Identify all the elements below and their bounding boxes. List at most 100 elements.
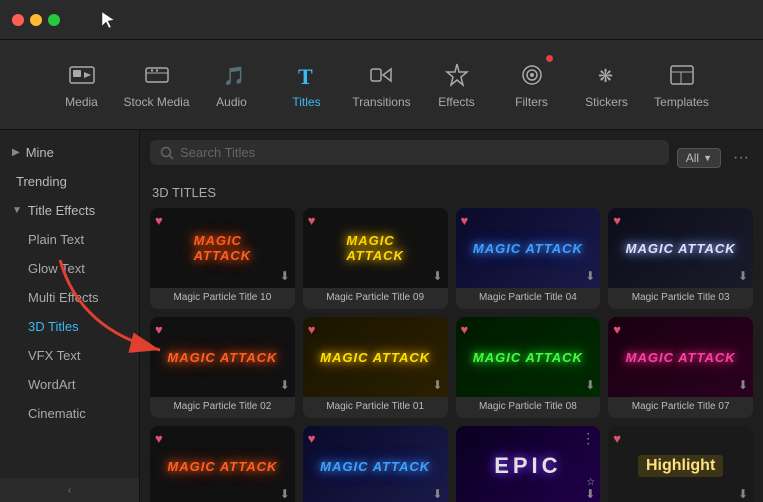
more-options-icon[interactable]: ⋮: [581, 431, 595, 445]
sidebar-item-trending[interactable]: Trending: [0, 167, 139, 196]
close-button[interactable]: [12, 14, 24, 26]
search-icon: [160, 146, 174, 160]
card-thumb-mpt10: ♥ MAGICATTACK ⬇: [150, 208, 295, 288]
download-icon[interactable]: ⬇: [738, 378, 748, 392]
sidebar-mine-label: Mine: [26, 145, 54, 160]
svg-text:🎵: 🎵: [223, 66, 245, 86]
toolbar-item-transitions[interactable]: Transitions: [344, 45, 419, 125]
sidebar-trending-label: Trending: [16, 174, 67, 189]
toolbar-label-transitions: Transitions: [352, 95, 410, 109]
heart-icon: ♥: [461, 213, 469, 228]
toolbar-item-stock[interactable]: Stock Media: [119, 45, 194, 125]
heart-icon: ♥: [155, 431, 163, 446]
download-icon[interactable]: ⬇: [738, 269, 748, 283]
card-mf01[interactable]: ⋮ EPIC ⬇ ☆ Metal Flare 01: [456, 426, 601, 502]
card-thumb-text: MAGIC ATTACK: [320, 350, 430, 365]
filter-button[interactable]: All ▼: [677, 148, 721, 168]
card-thumb-mpt04: ♥ MAGIC ATTACK ⬇: [456, 208, 601, 288]
toolbar-label-stock: Stock Media: [123, 95, 189, 109]
download-icon[interactable]: ⬇: [432, 378, 442, 392]
card-label-mpt09: Magic Particle Title 09: [303, 288, 448, 309]
card-thumb-mpt07: ♥ MAGIC ATTACK ⬇: [608, 317, 753, 397]
card-thumb-text: MAGIC ATTACK: [320, 459, 430, 474]
sidebar-item-vfx-text[interactable]: VFX Text: [0, 341, 139, 370]
heart-icon: ♥: [155, 213, 163, 228]
card-mpt02[interactable]: ♥ MAGIC ATTACK ⬇ Magic Particle Title 02: [150, 317, 295, 418]
card-mpt01[interactable]: ♥ MAGIC ATTACK ⬇ Magic Particle Title 01: [303, 317, 448, 418]
card-mpt04[interactable]: ♥ MAGIC ATTACK ⬇ Magic Particle Title 04: [456, 208, 601, 309]
card-mf04[interactable]: ♥ Highlight ⬇ Metal Flare 04: [608, 426, 753, 502]
toolbar-label-stickers: Stickers: [585, 95, 628, 109]
toolbar-item-effects[interactable]: Effects: [419, 45, 494, 125]
card-label-mpt03: Magic Particle Title 03: [608, 288, 753, 309]
svg-text:T: T: [298, 64, 313, 88]
download-icon[interactable]: ⬇: [280, 269, 290, 283]
download-icon[interactable]: ⬇: [432, 269, 442, 283]
sidebar-item-glow-text[interactable]: Glow Text: [0, 254, 139, 283]
traffic-lights: [12, 14, 60, 26]
content-area: All ▼ ··· 3D TITLES ♥ MAGICATTACK ⬇ Magi…: [140, 130, 763, 502]
sidebar-collapse-button[interactable]: ‹: [0, 478, 139, 502]
card-thumb-text: MAGICATTACK: [194, 233, 252, 263]
card-label-mpt02: Magic Particle Title 02: [150, 397, 295, 418]
effects-icon: [443, 61, 471, 89]
sidebar-item-wordart[interactable]: WordArt: [0, 370, 139, 399]
sidebar-section-title-effects[interactable]: ▼ Title Effects: [0, 196, 139, 225]
toolbar-item-titles[interactable]: T Titles: [269, 45, 344, 125]
sidebar-item-cinematic[interactable]: Cinematic: [0, 399, 139, 428]
toolbar-item-templates[interactable]: Templates: [644, 45, 719, 125]
toolbar: Media Stock Media 🎵 Audio T Titles Trans…: [0, 40, 763, 130]
card-mpt10[interactable]: ♥ MAGICATTACK ⬇ Magic Particle Title 10: [150, 208, 295, 309]
sidebar-item-3d-titles[interactable]: 3D Titles: [0, 312, 139, 341]
download-icon[interactable]: ⬇: [585, 269, 595, 283]
toolbar-item-filters[interactable]: Filters: [494, 45, 569, 125]
card-thumb-text: EPIC: [494, 453, 561, 479]
chevron-right-icon: ▶: [12, 147, 20, 158]
card-label-mpt08: Magic Particle Title 08: [456, 397, 601, 418]
audio-icon: 🎵: [218, 61, 246, 89]
heart-icon: ♥: [613, 213, 621, 228]
download-icon[interactable]: ⬇: [280, 487, 290, 501]
heart-icon: ♥: [308, 431, 316, 446]
card-mpt03[interactable]: ♥ MAGIC ATTACK ⬇ Magic Particle Title 03: [608, 208, 753, 309]
sidebar-item-plain-text[interactable]: Plain Text: [0, 225, 139, 254]
card-mpt05[interactable]: ♥ MAGIC ATTACK ⬇ Magic Particle Title 05: [150, 426, 295, 502]
toolbar-item-stickers[interactable]: ❋ Stickers: [569, 45, 644, 125]
download-icon[interactable]: ⬇: [585, 487, 595, 501]
sidebar-item-multi-effects[interactable]: Multi Effects: [0, 283, 139, 312]
media-icon: [68, 61, 96, 89]
main-layout: ▶ Mine Trending ▼ Title Effects Plain Te…: [0, 130, 763, 502]
download-icon[interactable]: ⬇: [738, 487, 748, 501]
download-icon[interactable]: ⬇: [280, 378, 290, 392]
card-mpt06[interactable]: ♥ MAGIC ATTACK ⬇ Magic Particle Title 06: [303, 426, 448, 502]
download-icon[interactable]: ⬇: [585, 378, 595, 392]
sidebar: ▶ Mine Trending ▼ Title Effects Plain Te…: [0, 130, 140, 502]
card-thumb-mpt08: ♥ MAGIC ATTACK ⬇: [456, 317, 601, 397]
filters-notification-dot: [546, 55, 553, 62]
card-mpt09[interactable]: ♥ MAGICATTACK ⬇ Magic Particle Title 09: [303, 208, 448, 309]
toolbar-label-templates: Templates: [654, 95, 709, 109]
card-thumb-text: MAGICATTACK: [346, 233, 404, 263]
minimize-button[interactable]: [30, 14, 42, 26]
transitions-icon: [368, 61, 396, 89]
heart-icon: ♥: [613, 322, 621, 337]
sidebar-item-mine[interactable]: ▶ Mine: [0, 138, 139, 167]
heart-icon: ♥: [155, 322, 163, 337]
search-input[interactable]: [180, 145, 659, 160]
maximize-button[interactable]: [48, 14, 60, 26]
toolbar-item-media[interactable]: Media: [44, 45, 119, 125]
collapse-icon: ‹: [68, 483, 72, 497]
chevron-down-icon: ▼: [703, 153, 712, 163]
download-icon[interactable]: ⬇: [432, 487, 442, 501]
card-thumb-text: MAGIC ATTACK: [167, 459, 277, 474]
search-bar: [150, 140, 669, 165]
card-mpt07[interactable]: ♥ MAGIC ATTACK ⬇ Magic Particle Title 07: [608, 317, 753, 418]
star-icon: ☆: [586, 477, 595, 488]
more-options-button[interactable]: ···: [729, 149, 753, 167]
toolbar-item-audio[interactable]: 🎵 Audio: [194, 45, 269, 125]
sidebar-title-effects-label: Title Effects: [28, 203, 95, 218]
toolbar-label-effects: Effects: [438, 95, 474, 109]
card-mpt08[interactable]: ♥ MAGIC ATTACK ⬇ Magic Particle Title 08: [456, 317, 601, 418]
titlebar: [0, 0, 763, 40]
chevron-down-icon: ▼: [12, 205, 22, 216]
